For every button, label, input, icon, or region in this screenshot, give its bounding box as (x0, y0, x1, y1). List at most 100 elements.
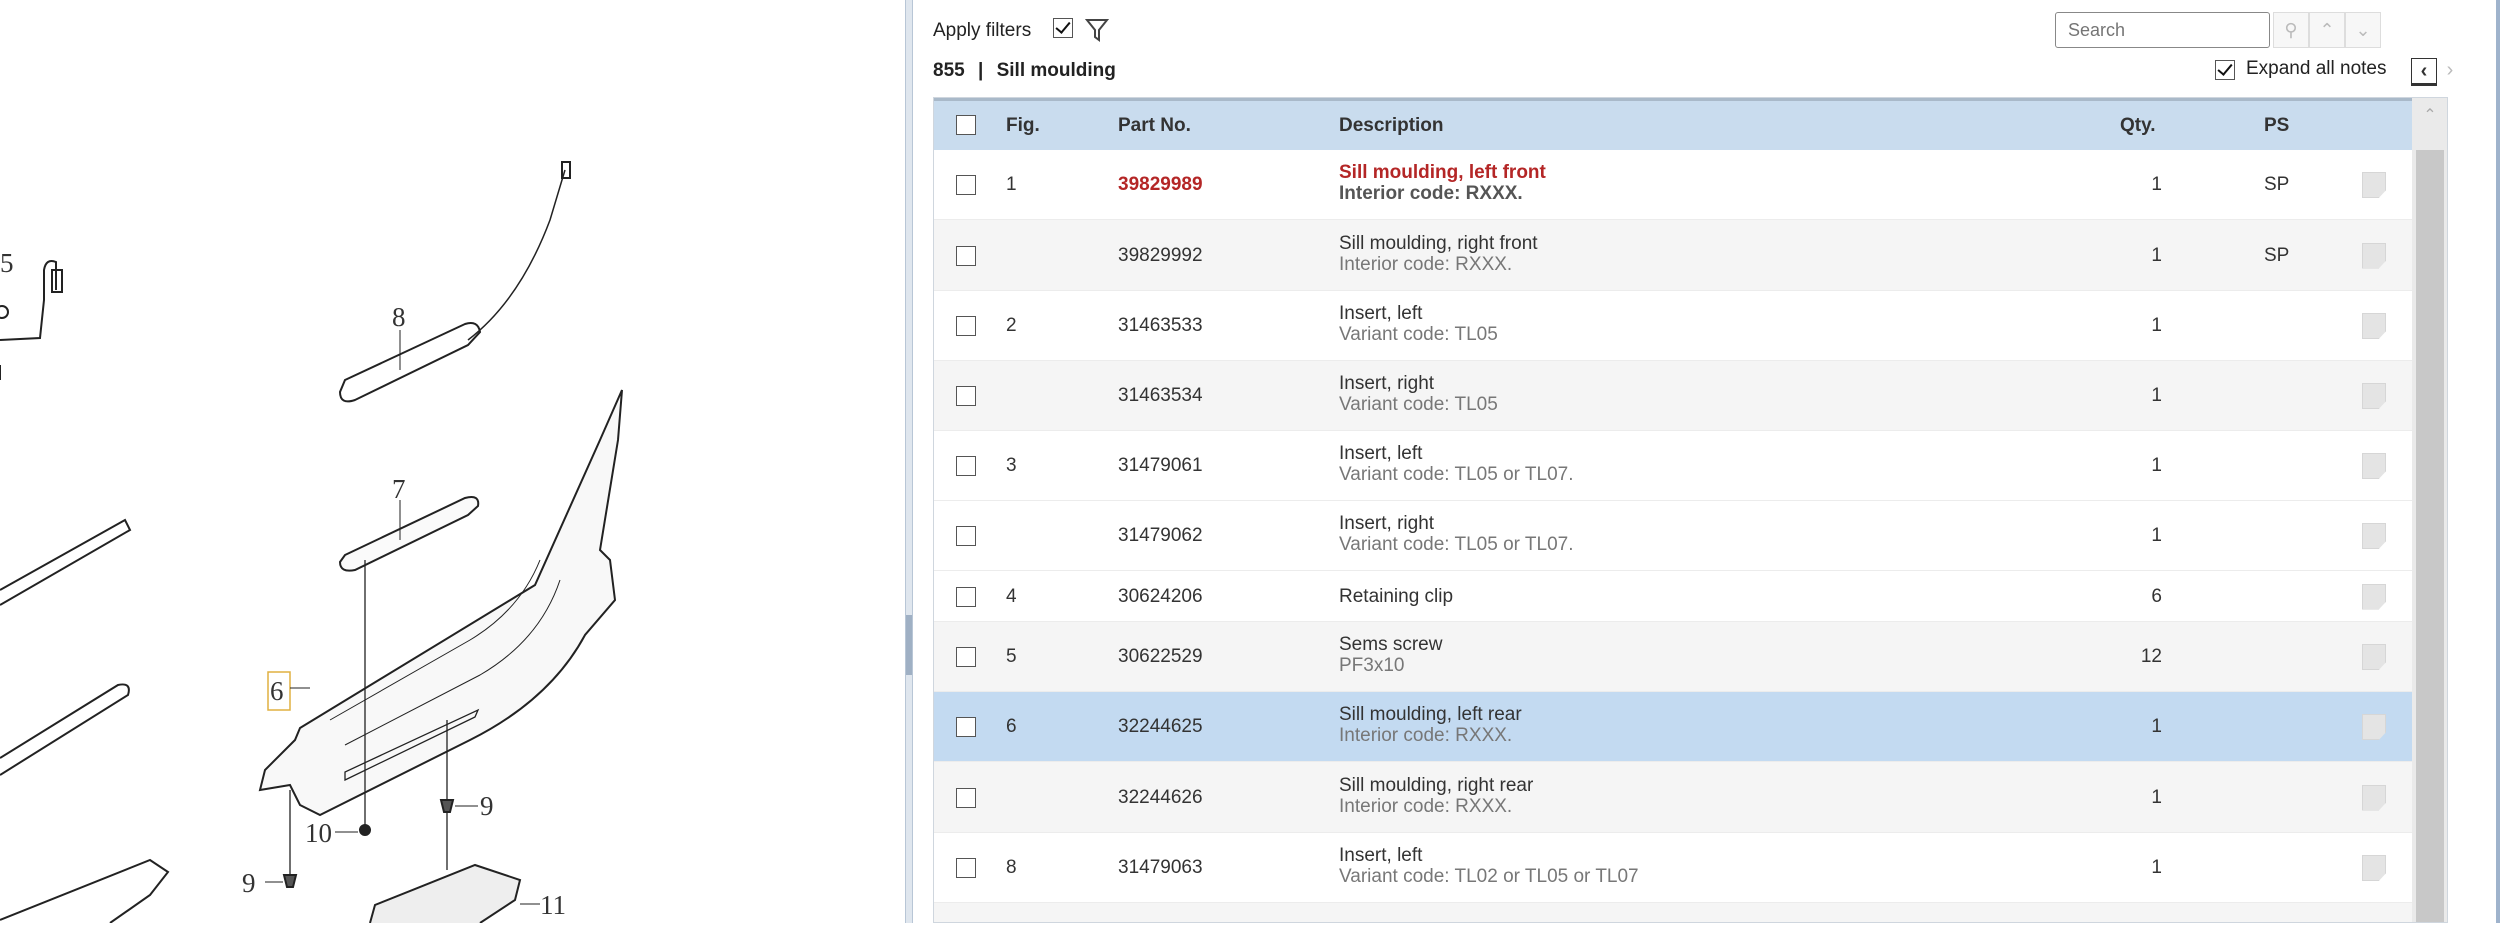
table-row[interactable]: 5 30622529 Sems screw PF3x10 12 (934, 622, 2412, 692)
row-checkbox[interactable] (956, 456, 976, 476)
search-next-button[interactable]: ⌄ (2345, 12, 2381, 48)
table-row[interactable]: 3 31479061 Insert, left Variant code: TL05 … (934, 431, 2412, 501)
note-icon[interactable] (2362, 644, 2386, 670)
row-description: Sill moulding, left front (1339, 162, 1546, 183)
row-part-no[interactable]: 31463533 (1118, 315, 1203, 337)
row-ps: SP (2264, 244, 2290, 266)
table-row[interactable]: 1 39829989 Sill moulding, left front Interi… (934, 150, 2412, 220)
expand-all-notes-checkbox[interactable] (2215, 60, 2235, 80)
row-checkbox[interactable] (956, 526, 976, 546)
row-fig: 5 (1006, 646, 1017, 667)
collapse-panel-button[interactable]: ‹ (2411, 58, 2437, 86)
table-row[interactable]: 39829992 Sill moulding, right front Interi… (934, 220, 2412, 291)
row-checkbox[interactable] (956, 245, 976, 266)
row-part-no[interactable]: 31463534 (1118, 385, 1203, 407)
sill-moulding-part-6[interactable] (258, 389, 623, 817)
row-checkbox[interactable] (956, 386, 976, 406)
note-icon[interactable] (2362, 172, 2386, 198)
diagram-label-8[interactable]: 8 (392, 302, 406, 332)
row-fig: 2 (1006, 315, 1017, 336)
parts-list-panel: Apply filters 855 | Sill moulding ⚲ ⌃ ⌄ … (913, 0, 2500, 923)
row-sub-description: Interior code: RXXX. (1339, 725, 1513, 746)
table-row[interactable]: Insert, right (934, 903, 2412, 922)
chevron-up-icon: ⌃ (2319, 20, 2335, 40)
row-fig: 8 (1006, 857, 1017, 878)
header-ps[interactable]: PS (2264, 115, 2289, 137)
search-button[interactable]: ⚲ (2273, 12, 2309, 48)
note-icon[interactable] (2362, 784, 2386, 811)
search-prev-button[interactable]: ⌃ (2309, 12, 2345, 48)
row-part-no[interactable]: 31479062 (1118, 525, 1203, 547)
note-icon[interactable] (2362, 583, 2386, 610)
search-icon: ⚲ (2284, 20, 2298, 40)
search-input[interactable] (2055, 12, 2270, 48)
table-row[interactable]: 6 32244625 Sill moulding, left rear Interio… (934, 692, 2412, 762)
note-icon[interactable] (2362, 453, 2386, 479)
section-title: Sill moulding (996, 60, 1116, 81)
table-row[interactable]: 4 30624206 Retaining clip 6 (934, 571, 2412, 622)
row-checkbox[interactable] (956, 316, 976, 336)
splitter[interactable] (905, 0, 913, 923)
row-part-no[interactable]: 31479061 (1118, 455, 1203, 477)
chevron-down-icon: ⌄ (2355, 20, 2371, 40)
table-row[interactable]: 32244626 Sill moulding, right rear Interio… (934, 762, 2412, 833)
note-icon[interactable] (2362, 523, 2386, 549)
table-row[interactable]: 31463534 Insert, right Variant code: TL05 1 (934, 361, 2412, 431)
diagram-label-6[interactable]: 6 (270, 676, 284, 706)
vertical-scrollbar[interactable]: ⌃ (2412, 98, 2447, 922)
note-icon[interactable] (2362, 855, 2386, 881)
diagram-label-9b[interactable]: 9 (480, 791, 494, 821)
table-row[interactable]: 2 31463533 Insert, left Variant code: TL05 1 (934, 291, 2412, 361)
insert-part-8[interactable] (338, 161, 571, 403)
row-part-no[interactable]: 32244626 (1118, 787, 1203, 809)
table-row[interactable]: 8 31479063 Insert, left Variant code: TL02 … (934, 833, 2412, 903)
scrollbar-thumb[interactable] (2416, 150, 2444, 922)
note-icon[interactable] (2362, 383, 2386, 409)
parts-diagram[interactable]: 5 8 7 6 10 9 9 11 (0, 0, 905, 924)
row-sub-description: Variant code: TL05 (1339, 324, 1498, 345)
insert-part-7[interactable] (338, 496, 480, 572)
header-description[interactable]: Description (1339, 115, 1444, 137)
row-qty: 12 (2140, 646, 2162, 667)
expand-all-notes-label: Expand all notes (2246, 58, 2387, 79)
row-description: Sill moulding, left rear (1339, 704, 1522, 725)
row-part-no[interactable]: 39829989 (1118, 174, 1203, 196)
apply-filters-label: Apply filters (933, 20, 1032, 41)
row-checkbox[interactable] (956, 787, 976, 808)
diagram-label-11[interactable]: 11 (540, 890, 566, 920)
header-fig[interactable]: Fig. (1006, 115, 1040, 137)
expand-panel-button[interactable]: › (2439, 58, 2461, 86)
diagram-label-7[interactable]: 7 (392, 474, 406, 504)
filter-icon[interactable] (1085, 18, 1109, 42)
row-description: Insert, left (1339, 303, 1423, 324)
row-description: Sems screw (1339, 634, 1443, 655)
row-checkbox[interactable] (956, 586, 976, 607)
splitter-grip[interactable] (906, 615, 912, 675)
row-checkbox[interactable] (956, 175, 976, 195)
apply-filters-checkbox[interactable] (1053, 18, 1073, 38)
row-ps: SP (2264, 174, 2290, 195)
note-icon[interactable] (2362, 242, 2386, 269)
row-checkbox[interactable] (956, 647, 976, 667)
diagram-label-10[interactable]: 10 (305, 818, 332, 848)
bracket-part-11[interactable] (369, 863, 540, 924)
row-part-no[interactable]: 30624206 (1118, 586, 1203, 608)
table-row[interactable]: 31479062 Insert, right Variant code: TL05 … (934, 501, 2412, 571)
row-fig: 3 (1006, 455, 1017, 476)
header-part-no[interactable]: Part No. (1118, 115, 1191, 137)
diagram-label-9[interactable]: 9 (242, 868, 256, 898)
row-checkbox[interactable] (956, 858, 976, 878)
select-all-checkbox[interactable] (956, 115, 976, 135)
row-part-no[interactable]: 31479063 (1118, 857, 1203, 879)
row-part-no[interactable]: 39829992 (1118, 245, 1203, 267)
note-icon[interactable] (2362, 714, 2386, 740)
diagram-label-5[interactable]: 5 (0, 248, 14, 278)
row-fig: 1 (1006, 174, 1017, 195)
row-part-no[interactable]: 32244625 (1118, 716, 1203, 738)
header-qty[interactable]: Qty. (2120, 115, 2156, 137)
scroll-up-icon[interactable]: ⌃ (2412, 98, 2447, 134)
note-icon[interactable] (2362, 313, 2386, 339)
row-checkbox[interactable] (956, 717, 976, 737)
row-sub-description: Variant code: TL05 or TL07. (1339, 534, 1574, 555)
row-part-no[interactable]: 30622529 (1118, 646, 1203, 668)
